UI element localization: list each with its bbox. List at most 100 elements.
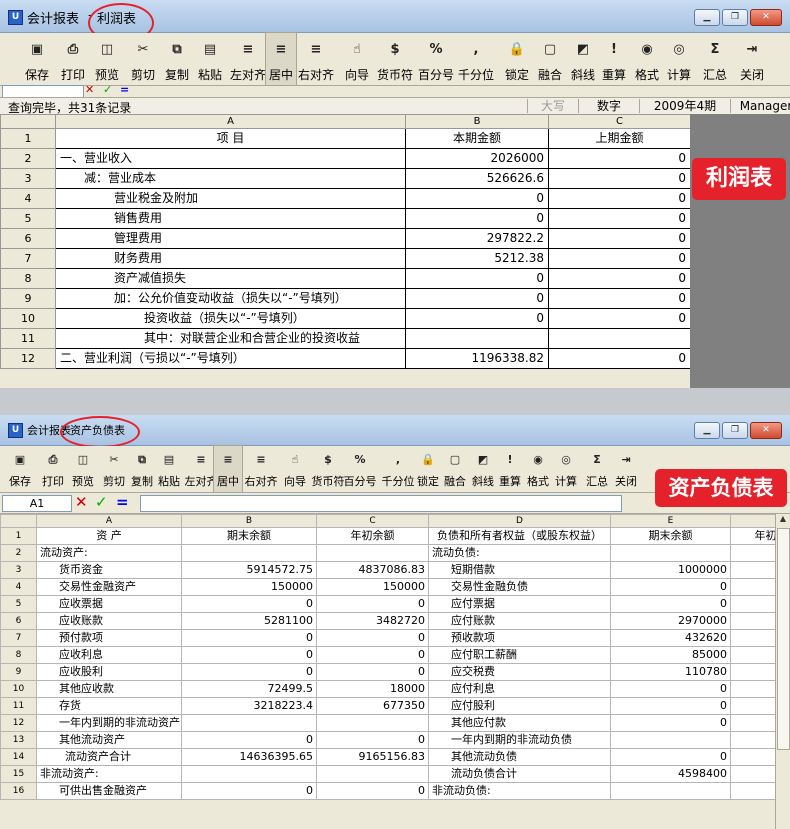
table-cell[interactable]: 期末余额 <box>610 527 731 545</box>
corner-cell[interactable] <box>0 114 56 129</box>
table-cell[interactable]: 0 <box>316 595 429 613</box>
table-cell[interactable]: 二、营业利润（亏损以“-”号填列） <box>55 348 406 369</box>
table-cell[interactable]: 财务费用 <box>55 248 406 269</box>
minimize-button[interactable]: ▁ <box>694 422 720 439</box>
table-cell[interactable] <box>730 697 776 715</box>
toolbar-button[interactable]: ☝ 向导 <box>340 33 374 85</box>
toolbar-button[interactable]: ◫ 预览 <box>90 33 124 85</box>
table-cell[interactable]: 150000 <box>316 578 429 596</box>
column-header[interactable]: C <box>548 114 691 129</box>
row-number[interactable]: 11 <box>0 697 37 715</box>
toolbar-button[interactable]: ≡ 右对齐 <box>242 446 280 492</box>
table-cell[interactable] <box>181 544 317 562</box>
toolbar-button[interactable]: Σ 汇总 <box>583 446 611 492</box>
row-number[interactable]: 13 <box>0 731 37 749</box>
table-cell[interactable] <box>316 765 429 783</box>
table-cell[interactable]: 一年内到期的非流动资产 <box>36 714 182 732</box>
row-number[interactable]: 3 <box>0 168 56 189</box>
row-number[interactable]: 5 <box>0 208 56 229</box>
table-cell[interactable] <box>316 714 429 732</box>
table-cell[interactable]: 管理费用 <box>55 228 406 249</box>
table-cell[interactable]: 流动负债合计 <box>428 765 611 783</box>
scroll-thumb[interactable] <box>777 528 790 750</box>
table-cell[interactable]: 85000 <box>610 646 731 664</box>
toolbar-button[interactable]: ◩ 斜线 <box>469 446 497 492</box>
toolbar-button[interactable]: ◫ 预览 <box>68 446 98 492</box>
table-cell[interactable]: 交易性金融资产 <box>36 578 182 596</box>
row-number[interactable]: 6 <box>0 612 37 630</box>
table-cell[interactable] <box>610 731 731 749</box>
toolbar-button[interactable]: ✂ 剪切 <box>126 33 160 85</box>
toolbar-button[interactable]: ◉ 格式 <box>524 446 552 492</box>
table-cell[interactable]: 其他应收款 <box>36 680 182 698</box>
table-cell[interactable]: 0 <box>610 697 731 715</box>
table-cell[interactable] <box>181 714 317 732</box>
toolbar-button[interactable]: ▤ 粘贴 <box>193 33 227 85</box>
table-cell[interactable] <box>730 561 776 579</box>
confirm-icon[interactable]: ✓ <box>95 494 108 511</box>
table-cell[interactable]: 5914572.75 <box>181 561 317 579</box>
toolbar-button[interactable]: ⇥ 关闭 <box>735 33 769 85</box>
table-cell[interactable]: 2970000 <box>610 612 731 630</box>
table-cell[interactable]: 加：公允价值变动收益（损失以“-”号填列） <box>55 288 406 309</box>
row-number[interactable]: 14 <box>0 748 37 766</box>
formula-icon[interactable]: = <box>120 84 129 96</box>
table-cell[interactable]: 0 <box>316 629 429 647</box>
table-cell[interactable] <box>730 629 776 647</box>
table-cell[interactable]: 0 <box>610 595 731 613</box>
row-number[interactable]: 5 <box>0 595 37 613</box>
cancel-icon[interactable]: ✕ <box>85 84 94 96</box>
minimize-button[interactable]: ▁ <box>694 9 720 26</box>
table-cell[interactable]: 流动负债: <box>428 544 611 562</box>
table-cell[interactable]: 4598400 <box>610 765 731 783</box>
row-number[interactable]: 4 <box>0 578 37 596</box>
table-cell[interactable] <box>610 544 731 562</box>
table-cell[interactable]: 0 <box>548 248 691 269</box>
table-cell[interactable] <box>181 765 317 783</box>
row-number[interactable]: 2 <box>0 544 37 562</box>
restore-button[interactable]: ❐ <box>722 422 748 439</box>
table-cell[interactable]: 0 <box>405 268 549 289</box>
table-cell[interactable]: 期末余额 <box>181 527 317 545</box>
table-cell[interactable]: 可供出售金融资产 <box>36 782 182 800</box>
formula-input[interactable] <box>140 495 622 512</box>
toolbar-button[interactable]: ▤ 粘贴 <box>155 446 183 492</box>
table-cell[interactable]: 应付利息 <box>428 680 611 698</box>
table-cell[interactable]: 297822.2 <box>405 228 549 249</box>
table-cell[interactable]: 一、营业收入 <box>55 148 406 169</box>
row-number[interactable]: 7 <box>0 248 56 269</box>
table-cell[interactable]: 短期借款 <box>428 561 611 579</box>
cancel-icon[interactable]: ✕ <box>75 494 88 511</box>
table-cell[interactable]: 677350 <box>316 697 429 715</box>
table-cell[interactable]: 110780 <box>610 663 731 681</box>
table-cell[interactable] <box>548 328 691 349</box>
table-cell[interactable]: 5281100 <box>181 612 317 630</box>
table-cell[interactable] <box>405 328 549 349</box>
toolbar-button[interactable]: ◎ 计算 <box>552 446 580 492</box>
table-cell[interactable]: 一年内到期的非流动负债 <box>428 731 611 749</box>
table-cell[interactable]: 应收利息 <box>36 646 182 664</box>
table-cell[interactable]: 0 <box>181 646 317 664</box>
toolbar-button[interactable]: ≡ 居中 <box>213 445 243 493</box>
table-cell[interactable]: 负债和所有者权益（或股东权益） <box>428 527 611 545</box>
row-number[interactable]: 3 <box>0 561 37 579</box>
row-number[interactable]: 8 <box>0 646 37 664</box>
table-cell[interactable]: 流动资产: <box>36 544 182 562</box>
table-cell[interactable]: 资产减值损失 <box>55 268 406 289</box>
row-number[interactable]: 16 <box>0 782 37 800</box>
table-cell[interactable]: 0 <box>548 168 691 189</box>
toolbar-button[interactable]: Σ 汇总 <box>698 33 732 85</box>
table-cell[interactable]: 0 <box>405 308 549 329</box>
table-cell[interactable]: 526626.6 <box>405 168 549 189</box>
table-cell[interactable] <box>730 663 776 681</box>
table-cell[interactable]: 0 <box>548 208 691 229</box>
table-cell[interactable]: 交易性金融负债 <box>428 578 611 596</box>
row-number[interactable]: 6 <box>0 228 56 249</box>
table-cell[interactable] <box>730 765 776 783</box>
table-cell[interactable]: 应付账款 <box>428 612 611 630</box>
table-cell[interactable]: 营业税金及附加 <box>55 188 406 209</box>
vertical-scrollbar[interactable]: ▲ <box>775 514 790 829</box>
table-cell[interactable]: 本期金额 <box>405 128 549 149</box>
toolbar-button[interactable]: , 千分位 <box>456 33 496 85</box>
row-number[interactable]: 8 <box>0 268 56 289</box>
